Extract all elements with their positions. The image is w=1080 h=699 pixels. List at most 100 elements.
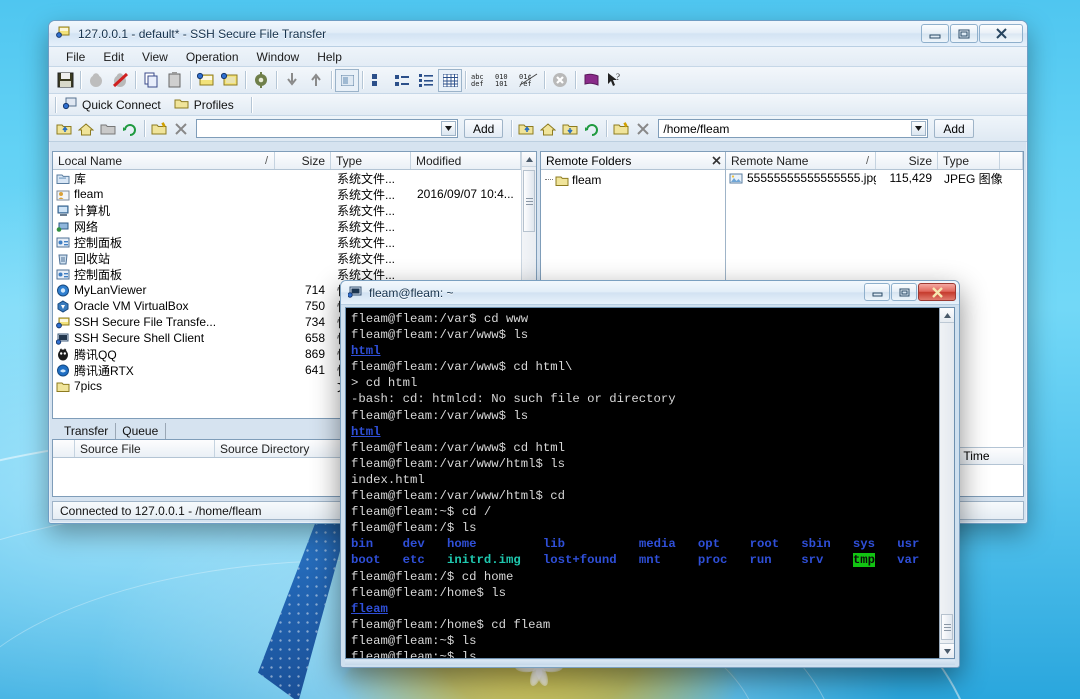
terminal-icon [348, 285, 362, 301]
minimize-icon[interactable] [921, 24, 949, 43]
disconnect-slash-icon[interactable] [108, 69, 132, 92]
chevron-down-icon[interactable] [441, 121, 456, 136]
remote-open-folder-icon[interactable] [559, 118, 581, 139]
remote-new-folder-icon[interactable] [610, 118, 632, 139]
column-remote-name-label: Remote Name [731, 154, 808, 168]
table-row[interactable]: 控制面板系统文件... [53, 234, 536, 250]
local-go-up-folder-icon[interactable] [53, 118, 75, 139]
settings-icon[interactable] [249, 69, 273, 92]
scrollbar-thumb[interactable] [941, 614, 953, 640]
remote-folders-tree[interactable]: fleam [541, 170, 725, 187]
remote-refresh-icon[interactable] [581, 118, 603, 139]
column-local-name[interactable]: Local Name / [53, 152, 275, 169]
local-new-folder-icon[interactable] [148, 118, 170, 139]
download-arrow-icon[interactable] [280, 69, 304, 92]
sftp-toolbar[interactable]: abcdef 010101 01¢/ef ? [49, 67, 1027, 94]
terminal-console[interactable]: fleam@fleam:/var$ cd www fleam@fleam:/va… [345, 307, 955, 659]
sftp-quick-bar[interactable]: Quick Connect Profiles [49, 94, 1027, 116]
stop-icon[interactable] [548, 69, 572, 92]
local-file-size: 641 [275, 363, 331, 377]
local-add-button[interactable]: Add [464, 119, 503, 138]
close-icon[interactable] [979, 24, 1023, 43]
list-icon[interactable] [390, 69, 414, 92]
remote-path-input[interactable]: /home/fleam [658, 119, 928, 138]
column-remote-name[interactable]: Remote Name / [726, 152, 876, 169]
tab-queue[interactable]: Queue [116, 423, 166, 439]
sftp-pathbar[interactable]: Add /home/fleam Add [49, 116, 1027, 142]
table-row[interactable]: 回收站系统文件... [53, 250, 536, 266]
table-row[interactable]: 网络系统文件... [53, 218, 536, 234]
remote-home-icon[interactable] [537, 118, 559, 139]
chevron-down-icon[interactable] [911, 121, 926, 136]
paste-icon[interactable] [163, 69, 187, 92]
remote-go-up-folder-icon[interactable] [515, 118, 537, 139]
maximize-icon[interactable] [891, 283, 917, 301]
help-book-icon[interactable] [579, 69, 603, 92]
column-remote-size[interactable]: Size [876, 152, 938, 169]
auto-mode-icon[interactable]: 01¢/ef [517, 69, 541, 92]
menu-operation[interactable]: Operation [177, 48, 248, 66]
table-row[interactable]: fleam系统文件...2016/09/07 10:4... [53, 186, 536, 202]
local-path-input[interactable] [196, 119, 458, 138]
terminal-window[interactable]: fleam@fleam: ~ fleam@fleam:/var$ cd www … [340, 280, 960, 668]
profiles-button[interactable]: Profiles [172, 96, 240, 113]
menu-edit[interactable]: Edit [94, 48, 133, 66]
terminal-titlebar[interactable]: fleam@fleam: ~ [341, 281, 959, 305]
disconnect-icon[interactable] [84, 69, 108, 92]
minimize-icon[interactable] [864, 283, 890, 301]
new-window-file-transfer-icon[interactable] [194, 69, 218, 92]
upload-arrow-icon[interactable] [304, 69, 328, 92]
local-file-name-cell: fleam [53, 187, 275, 201]
new-window-terminal-icon[interactable] [218, 69, 242, 92]
tab-transfer[interactable]: Transfer [58, 423, 116, 439]
binary-mode-icon[interactable]: 010101 [493, 69, 517, 92]
table-row[interactable]: 计算机系统文件... [53, 202, 536, 218]
column-remote-type[interactable]: Type [938, 152, 1000, 169]
help-arrow-icon[interactable]: ? [603, 69, 627, 92]
quick-connect-button[interactable]: Quick Connect [61, 96, 167, 114]
local-file-type: 系统文件... [331, 170, 411, 187]
local-file-name-cell: SSH Secure Shell Client [53, 331, 275, 345]
small-icons-icon[interactable] [366, 69, 390, 92]
close-x-icon[interactable] [712, 154, 721, 168]
terminal-scrollbar[interactable] [939, 308, 954, 658]
copy-icon[interactable] [139, 69, 163, 92]
sftp-titlebar[interactable]: 127.0.0.1 - default* - SSH Secure File T… [49, 21, 1027, 47]
save-icon[interactable] [53, 69, 77, 92]
local-delete-icon[interactable] [170, 118, 192, 139]
local-open-folder-icon[interactable] [97, 118, 119, 139]
column-local-size[interactable]: Size [275, 152, 331, 169]
sftp-window-controls[interactable] [921, 24, 1023, 43]
local-refresh-icon[interactable] [119, 118, 141, 139]
grid-icon[interactable] [438, 69, 462, 92]
table-row[interactable]: 55555555555555555.jpg115,429JPEG 图像 [726, 170, 1023, 186]
details-icon[interactable] [414, 69, 438, 92]
scrollbar-thumb[interactable] [523, 170, 535, 232]
svg-text:?: ? [616, 72, 620, 82]
remote-columns-header[interactable]: Remote Name / Size Type [726, 152, 1023, 170]
column-source-file[interactable]: Source File [75, 440, 215, 457]
menu-window[interactable]: Window [248, 48, 309, 66]
scroll-up-icon[interactable] [522, 152, 536, 167]
tree-item[interactable]: fleam [541, 170, 725, 187]
show-hide-view-icon[interactable] [335, 69, 359, 92]
local-home-icon[interactable] [75, 118, 97, 139]
remote-add-button[interactable]: Add [934, 119, 973, 138]
table-row[interactable]: 库系统文件... [53, 170, 536, 186]
menu-view[interactable]: View [133, 48, 177, 66]
close-icon[interactable] [918, 283, 956, 301]
scroll-down-icon[interactable] [940, 643, 954, 658]
remote-folders-title: Remote Folders [546, 154, 631, 168]
local-file-name-cell: 腾讯QQ [53, 346, 275, 363]
ascii-mode-icon[interactable]: abcdef [469, 69, 493, 92]
local-columns-header[interactable]: Local Name / Size Type Modified [53, 152, 536, 170]
sftp-menubar[interactable]: File Edit View Operation Window Help [49, 47, 1027, 67]
terminal-window-controls[interactable] [864, 283, 956, 301]
column-local-type[interactable]: Type [331, 152, 411, 169]
column-local-modified[interactable]: Modified [411, 152, 521, 169]
remote-delete-icon[interactable] [632, 118, 654, 139]
menu-file[interactable]: File [57, 48, 94, 66]
menu-help[interactable]: Help [308, 48, 351, 66]
scroll-up-icon[interactable] [940, 308, 954, 323]
maximize-icon[interactable] [950, 24, 978, 43]
